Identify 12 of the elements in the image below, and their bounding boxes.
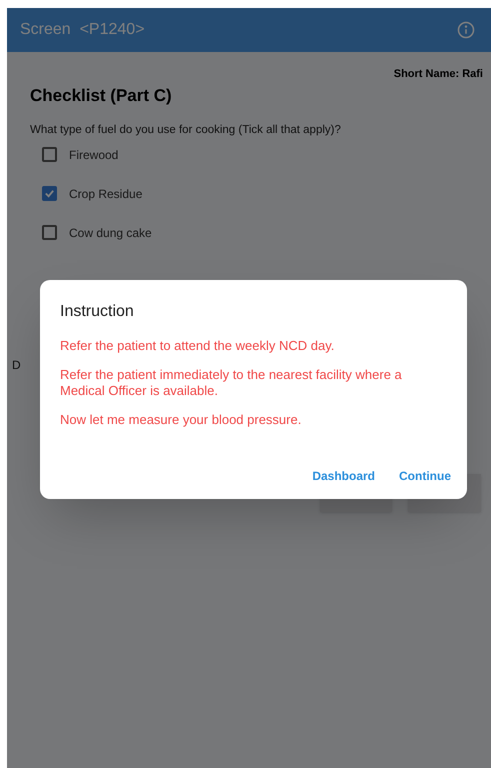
option-label: Cow dung cake bbox=[69, 224, 152, 242]
page-title: Checklist (Part C) bbox=[30, 84, 173, 106]
instruction-text: Refer the patient immediately to the nearest facility where a Medical Officer is available. bbox=[60, 367, 403, 399]
short-name: Short Name: Rafi bbox=[394, 67, 483, 82]
screen-title: Screen <P1240> bbox=[20, 20, 145, 40]
dialog-title: Instruction bbox=[60, 302, 135, 322]
option-label: Crop Residue bbox=[69, 186, 142, 203]
option-label: Firewood bbox=[69, 146, 118, 164]
question-text: What type of fuel do you use for cooking (Tick all that apply)? bbox=[30, 123, 342, 138]
instruction-text: Now let me measure your blood pressure. bbox=[60, 412, 302, 428]
question-text: D bbox=[12, 358, 21, 372]
instruction-text: Refer the patient to attend the weekly NCD day. bbox=[60, 338, 336, 354]
